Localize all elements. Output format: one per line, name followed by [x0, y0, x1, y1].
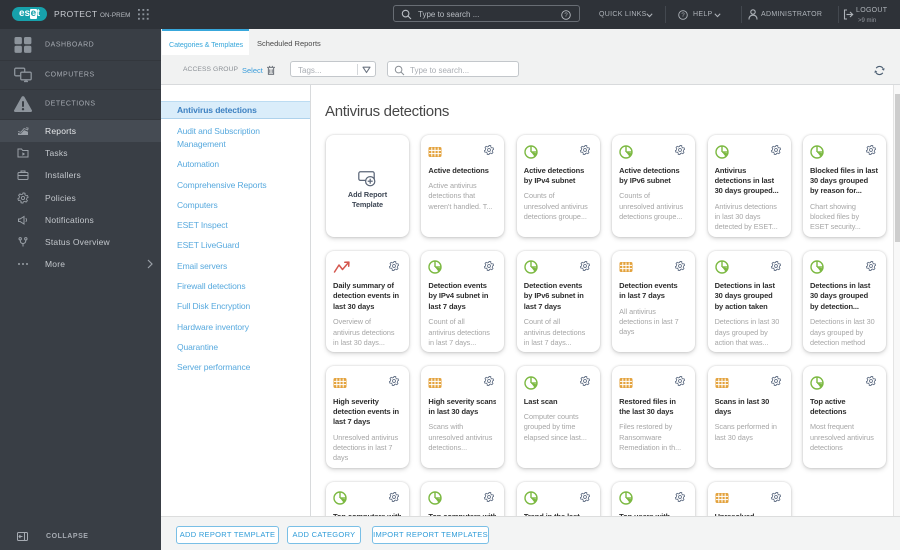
svg-text:?: ? — [681, 13, 685, 19]
svg-text:?: ? — [564, 13, 568, 19]
